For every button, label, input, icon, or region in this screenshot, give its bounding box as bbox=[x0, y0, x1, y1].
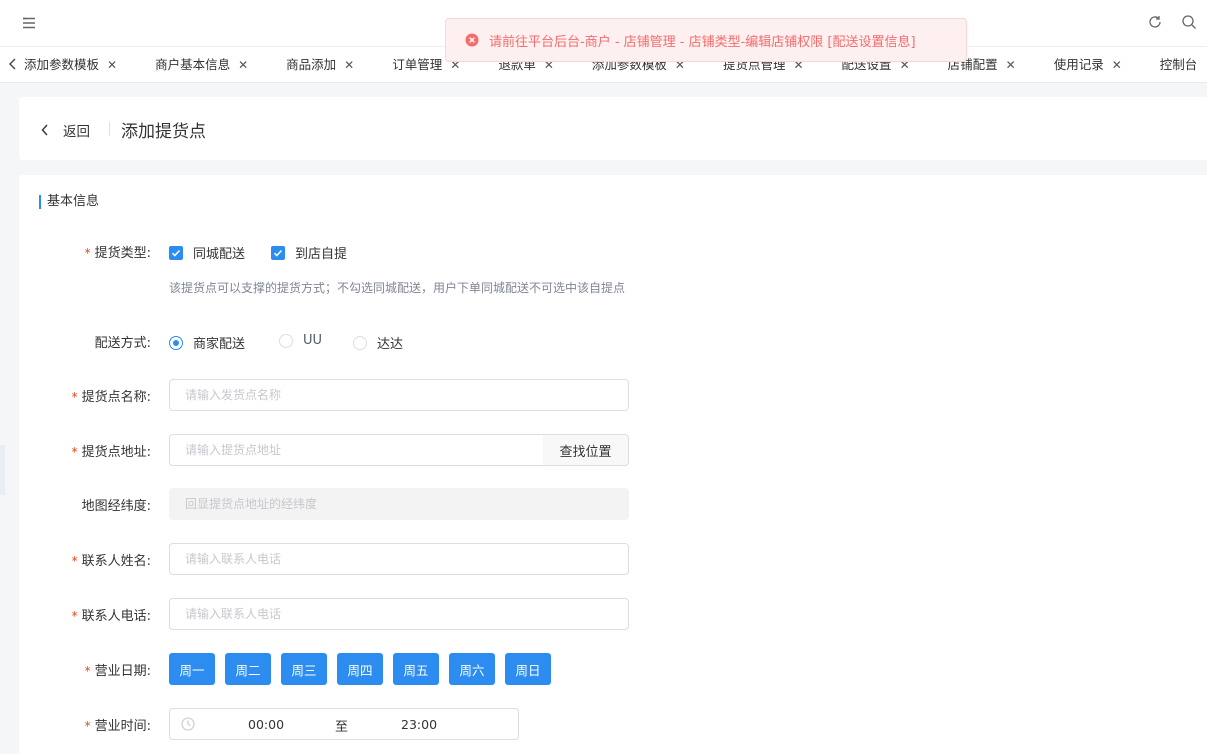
top-actions bbox=[1147, 14, 1197, 30]
toast-message: 请前往平台后台-商户 - 店铺管理 - 店铺类型-编辑店铺权限 [配送设置信息] bbox=[489, 34, 916, 50]
radio-merchant-delivery[interactable]: 商家配送 bbox=[169, 333, 245, 352]
tab-label: 商户基本信息 bbox=[155, 57, 231, 72]
error-circle-icon bbox=[465, 33, 479, 47]
pickup-address-input[interactable] bbox=[169, 434, 544, 466]
checkbox-label: 同城配送 bbox=[193, 247, 246, 262]
close-icon[interactable]: ✕ bbox=[1006, 47, 1016, 82]
contact-phone-label: * 联系人电话: bbox=[71, 609, 151, 624]
chevron-left-icon bbox=[41, 124, 48, 136]
tab-item[interactable]: 控制台✕ bbox=[1159, 47, 1207, 82]
section-title: 基本信息 bbox=[39, 195, 99, 209]
day-button-sun[interactable]: 周日 bbox=[505, 653, 551, 685]
checkbox-label: 到店自提 bbox=[295, 247, 348, 262]
end-time: 23:00 bbox=[401, 717, 438, 732]
day-button-wed[interactable]: 周三 bbox=[281, 653, 327, 685]
contact-name-input[interactable] bbox=[169, 543, 629, 575]
form-card: 基本信息 * 提货类型: 同城配送 到店自提 该提货点可以支撑的提货方式；不勾选同… bbox=[19, 175, 1207, 754]
tab-label: 商品添加 bbox=[286, 57, 337, 72]
checkbox-same-city[interactable]: 同城配送 bbox=[169, 243, 245, 262]
tab-label: 控制台 bbox=[1159, 57, 1198, 72]
day-button-sat[interactable]: 周六 bbox=[449, 653, 495, 685]
radio-uu[interactable]: UU bbox=[279, 333, 322, 348]
sidebar-edge bbox=[0, 445, 5, 495]
radio-label: 商家配送 bbox=[193, 337, 246, 352]
refresh-icon[interactable] bbox=[1147, 14, 1163, 30]
start-time: 00:00 bbox=[248, 717, 285, 732]
tab-item[interactable]: 商户基本信息 ✕ bbox=[155, 47, 262, 82]
close-icon[interactable]: ✕ bbox=[107, 47, 117, 82]
back-button[interactable]: 返回 bbox=[41, 120, 90, 140]
radio-dada[interactable]: 达达 bbox=[353, 333, 403, 352]
close-icon[interactable]: ✕ bbox=[1112, 47, 1122, 82]
divider bbox=[109, 122, 110, 136]
tab-label: 使用记录 bbox=[1053, 57, 1104, 72]
contact-phone-input[interactable] bbox=[169, 598, 629, 630]
contact-name-label: * 联系人姓名: bbox=[71, 554, 151, 569]
day-button-mon[interactable]: 周一 bbox=[169, 653, 215, 685]
business-hours-label: * 营业时间: bbox=[84, 719, 151, 734]
coords-input bbox=[169, 488, 629, 520]
radio-dot bbox=[169, 335, 183, 350]
day-button-fri[interactable]: 周五 bbox=[393, 653, 439, 685]
tab-label: 订单管理 bbox=[392, 57, 443, 72]
coords-label: 地图经纬度: bbox=[81, 499, 151, 514]
pickup-name-label: * 提货点名称: bbox=[71, 390, 151, 405]
pickup-type-hint: 该提货点可以支撑的提货方式；不勾选同城配送，用户下单同城配送不可选中该自提点 bbox=[169, 281, 626, 295]
tab-label: 添加参数模板 bbox=[24, 57, 100, 72]
search-icon[interactable] bbox=[1181, 14, 1197, 30]
check-icon bbox=[169, 245, 183, 260]
chevron-left-icon[interactable] bbox=[8, 57, 20, 71]
check-icon bbox=[271, 245, 285, 260]
menu-icon[interactable] bbox=[21, 15, 37, 31]
page-title: 添加提货点 bbox=[121, 122, 206, 142]
tab-item[interactable]: 使用记录 ✕ bbox=[1053, 47, 1136, 82]
error-toast: 请前往平台后台-商户 - 店铺管理 - 店铺类型-编辑店铺权限 [配送设置信息] bbox=[445, 18, 967, 62]
radio-dot bbox=[353, 335, 367, 350]
find-location-button[interactable]: 查找位置 bbox=[543, 434, 629, 466]
time-separator: 至 bbox=[335, 720, 349, 735]
close-icon[interactable]: ✕ bbox=[344, 47, 354, 82]
tab-item[interactable]: 添加参数模板 ✕ bbox=[24, 47, 131, 82]
day-button-thu[interactable]: 周四 bbox=[337, 653, 383, 685]
pickup-type-label: * 提货类型: bbox=[84, 246, 151, 261]
business-days-group: 周一 周二 周三 周四 周五 周六 周日 bbox=[169, 653, 551, 685]
close-icon[interactable]: ✕ bbox=[238, 47, 248, 82]
business-days-label: * 营业日期: bbox=[84, 664, 151, 679]
pickup-address-label: * 提货点地址: bbox=[71, 445, 151, 460]
radio-label: UU bbox=[303, 333, 323, 348]
radio-label: 达达 bbox=[377, 337, 404, 352]
delivery-method-label: 配送方式: bbox=[94, 336, 151, 351]
radio-dot bbox=[279, 333, 293, 348]
pickup-name-input[interactable] bbox=[169, 379, 629, 411]
page-header: 返回 添加提货点 bbox=[19, 97, 1207, 160]
tab-item[interactable]: 商品添加 ✕ bbox=[286, 47, 368, 82]
day-button-tue[interactable]: 周二 bbox=[225, 653, 271, 685]
checkbox-store-pickup[interactable]: 到店自提 bbox=[271, 243, 347, 262]
back-label: 返回 bbox=[63, 124, 90, 140]
business-hours-picker[interactable]: 00:00 至 23:00 bbox=[169, 708, 519, 740]
clock-icon bbox=[181, 717, 195, 731]
